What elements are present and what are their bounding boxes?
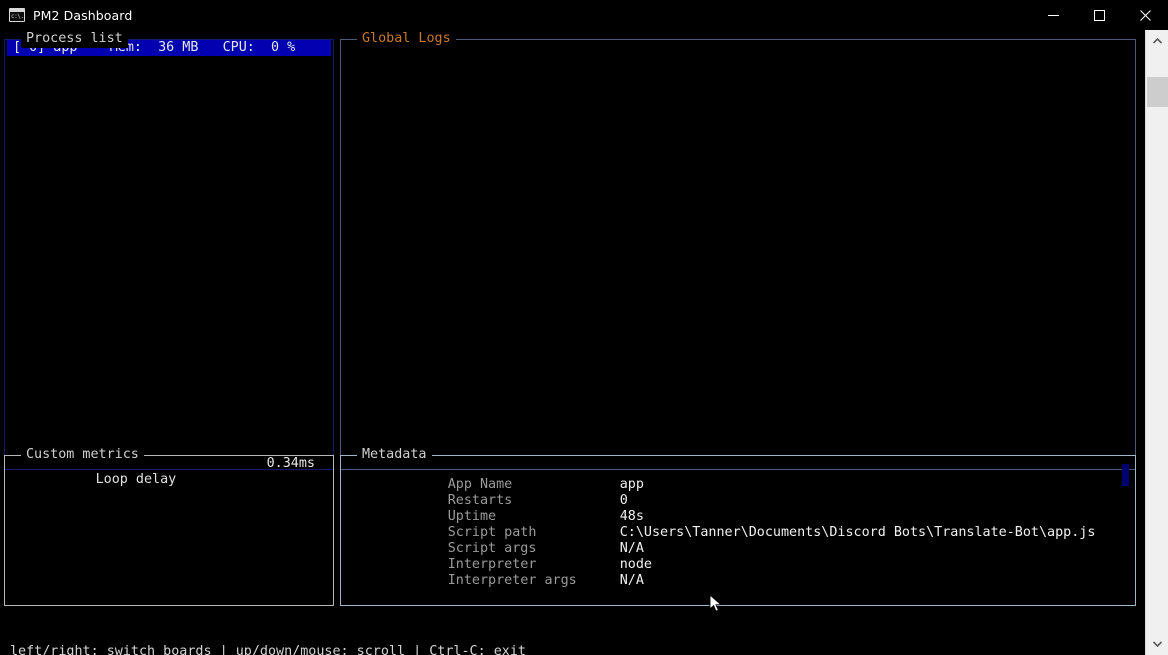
metric-value: 0.34ms — [266, 456, 315, 471]
process-list-content: [ 0] app Mem: 36 MB CPU: 0 % — [5, 40, 333, 469]
custom-metrics-panel[interactable]: Custom metrics Loop delay 0.34ms — [4, 446, 334, 606]
process-list-panel[interactable]: Process list [ 0] app Mem: 36 MB CPU: 0 … — [4, 30, 334, 470]
window-title: PM2 Dashboard — [33, 7, 133, 23]
close-button[interactable] — [1122, 0, 1168, 30]
metadata-row: Interpreter node — [351, 541, 1135, 572]
status-help-text: left/right: switch boards | up/down/mous… — [10, 644, 526, 655]
custom-metrics-content: Loop delay 0.34ms — [5, 456, 333, 605]
metadata-scroll-thumb[interactable] — [1122, 464, 1129, 486]
global-logs-panel[interactable]: Global Logs — [340, 30, 1136, 470]
scroll-up-button[interactable] — [1146, 30, 1168, 52]
metadata-row: App Name app — [351, 461, 1135, 492]
console-icon: c:\. — [9, 8, 25, 22]
maximize-icon — [1093, 9, 1105, 21]
process-list-title: Process list — [21, 30, 128, 48]
custom-metrics-title: Custom metrics — [21, 446, 144, 464]
global-logs-title: Global Logs — [357, 30, 456, 48]
chevron-down-icon — [1153, 641, 1162, 647]
minimize-button[interactable] — [1030, 0, 1076, 30]
global-logs-content — [341, 40, 1135, 469]
chevron-up-icon — [1153, 38, 1162, 44]
metadata-content: App Name app Restarts 0 Uptime 48s Script p… — [341, 456, 1135, 605]
metadata-value: N/A — [619, 573, 644, 588]
title-bar: c:\. PM2 Dashboard — [0, 0, 1168, 30]
maximize-button[interactable] — [1076, 0, 1122, 30]
scroll-down-button[interactable] — [1146, 633, 1168, 655]
metadata-row: Script args N/A — [351, 525, 1135, 556]
minimize-icon — [1047, 14, 1059, 16]
scrollbar-track[interactable] — [1146, 52, 1168, 633]
metadata-panel[interactable]: Metadata App Name app Restarts 0 Uptime 48s… — [340, 446, 1136, 606]
window-scrollbar[interactable] — [1145, 30, 1168, 655]
pm2-dashboard-window: c:\. PM2 Dashboard Process list [0] app… — [0, 0, 1168, 655]
window-controls — [1030, 0, 1168, 30]
metadata-title: Metadata — [357, 446, 432, 464]
metric-label: Loop delay — [95, 472, 177, 487]
metadata-row: Script path C:\Users\Tanner\Documents\Dis… — [351, 509, 1135, 540]
terminal-surface: Process list [ 0] app Mem: 36 MB CPU: 0 … — [0, 30, 1145, 655]
metadata-key: Interpreter args — [447, 573, 577, 588]
metadata-row: Uptime 48s — [351, 493, 1135, 524]
metadata-row: Interpreter args N/A — [351, 557, 1135, 588]
metadata-row: Restarts 0 — [351, 477, 1135, 508]
status-bar: left/right: switch boards | up/down/mous… — [0, 622, 1145, 655]
close-icon — [1139, 9, 1151, 21]
scrollbar-thumb[interactable] — [1147, 77, 1168, 107]
